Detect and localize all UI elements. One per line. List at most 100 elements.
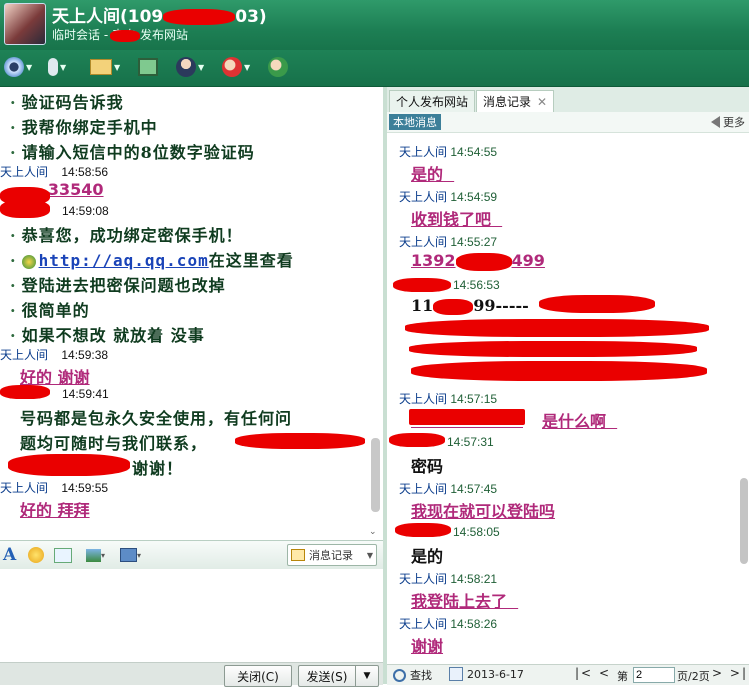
- contacts-button[interactable]: ▼: [176, 55, 204, 79]
- page-nav-forward[interactable]: > >|: [712, 666, 748, 680]
- emoji-button[interactable]: [28, 545, 44, 565]
- speaker-icon: [711, 116, 720, 128]
- message-header: 14:56:53: [453, 278, 500, 292]
- voice-call-icon: [48, 58, 58, 76]
- chat-toolbar: ▼ ▼ ▼ ▼ ▼: [0, 50, 749, 87]
- list-item: · 我帮你绑定手机中: [10, 118, 158, 137]
- page-prefix: 第: [617, 670, 628, 683]
- screenshot-button[interactable]: [54, 545, 72, 565]
- chevron-down-icon: ▼: [363, 671, 371, 681]
- add-friend-icon: [268, 57, 288, 77]
- chat-history[interactable]: · 验证码告诉我 · 我帮你绑定手机中 · 请输入短信中的8位数字验证码 天上人间 1…: [0, 87, 383, 538]
- tab-personal-site[interactable]: 个人发布网站: [389, 90, 476, 112]
- list-item: 1392 499: [411, 251, 545, 271]
- side-panel: 个人发布网站 消息记录✕ 本地消息 更多 · 天上人间 14:54:55 是的 …: [387, 87, 749, 684]
- page-nav-back[interactable]: |< <: [575, 666, 611, 680]
- message-input[interactable]: [0, 569, 383, 661]
- next-page-icon[interactable]: >: [712, 666, 724, 680]
- list-item: · 请输入短信中的8位数字验证码: [10, 143, 255, 162]
- redaction-mark: [395, 523, 451, 537]
- list-item: · 验证码告诉我: [10, 93, 124, 112]
- send-file-button[interactable]: ▼: [90, 55, 120, 79]
- list-item: 密码: [411, 457, 444, 476]
- close-icon[interactable]: ✕: [537, 95, 547, 109]
- message-header: 14:57:31: [447, 435, 494, 449]
- scroll-down-icon[interactable]: ⌄: [369, 527, 377, 537]
- history-label: 消息记录: [309, 549, 353, 562]
- list-item: · 如果不想改 就放着 没事: [10, 326, 205, 345]
- page-number-input[interactable]: [633, 667, 675, 683]
- remote-desktop-button[interactable]: [138, 55, 158, 79]
- message-header: 天上人间 14:59:55: [0, 481, 109, 495]
- more-button[interactable]: 更多: [711, 114, 745, 130]
- emoji-icon: [28, 547, 44, 563]
- page-suffix: 页/2页: [677, 670, 710, 683]
- local-messages-tag[interactable]: 本地消息: [389, 114, 441, 130]
- image-icon: [86, 548, 101, 562]
- date-picker[interactable]: 2013-6-17: [449, 667, 524, 681]
- message-header: 14:58:05: [453, 525, 500, 539]
- remote-desktop-icon: [138, 58, 158, 76]
- chat-scrollbar[interactable]: [371, 438, 380, 512]
- last-page-icon[interactable]: >|: [730, 666, 748, 680]
- list-item: 收到钱了吧: [411, 210, 492, 229]
- list-item: 是什么啊: [542, 412, 607, 431]
- contacts-icon: [176, 57, 196, 77]
- redaction-mark: [409, 341, 697, 357]
- redaction-mark: [405, 319, 709, 337]
- redaction-mark: [411, 361, 707, 381]
- message-header: 天上人间 14:57:45: [399, 482, 498, 496]
- history-subbar: 本地消息 更多: [387, 112, 749, 133]
- list-item: ·: [399, 133, 404, 137]
- message-header: 14:59:08: [62, 204, 109, 218]
- monitor-icon: [120, 548, 137, 562]
- message-header: 天上人间 14:54:59: [399, 190, 498, 204]
- redaction-mark: [389, 433, 445, 447]
- message-header: 天上人间 14:58:26: [399, 617, 498, 631]
- link-icon: [21, 254, 36, 269]
- add-friend-button[interactable]: [268, 55, 288, 79]
- message-header: 天上人间 14:57:15: [399, 392, 498, 406]
- image-button[interactable]: ▾: [86, 545, 105, 565]
- history-scrollbar[interactable]: [740, 478, 748, 564]
- list-item: 谢谢: [411, 637, 444, 656]
- history-log[interactable]: · 天上人间 14:54:55 是的 天上人间 14:54:59 收到钱了吧 天…: [387, 133, 735, 665]
- redaction-mark: [0, 385, 50, 399]
- list-item: 号码都是包永久安全使用，有任何问: [20, 409, 293, 428]
- voice-call-button[interactable]: ▼: [48, 55, 66, 79]
- message-header: 天上人间 14:54:55: [399, 145, 498, 159]
- list-item: 题均可随时与我们联系，: [20, 434, 208, 453]
- block-user-button[interactable]: ▼: [222, 55, 250, 79]
- list-item: · 登陆进去把密保问题也改掉: [10, 276, 226, 295]
- underline: [411, 427, 523, 428]
- message-history-button[interactable]: 消息记录 ▼: [287, 544, 377, 566]
- contact-avatar[interactable]: [4, 3, 46, 45]
- tab-message-history[interactable]: 消息记录 ✕: [476, 90, 555, 112]
- chevron-down-icon: ▼: [366, 550, 373, 560]
- video-call-button[interactable]: ▼: [4, 55, 32, 79]
- redaction-mark: [409, 409, 525, 425]
- list-item: 我登陆上去了: [411, 592, 508, 611]
- redaction-mark: [0, 200, 50, 218]
- input-toolbar: A ▾ ▾ 消息记录 ▼: [0, 540, 383, 570]
- list-item: · 很简单的: [10, 301, 90, 320]
- send-file-icon: [90, 59, 112, 75]
- list-item: 谢谢！: [132, 459, 184, 478]
- message-header: 天上人间 14:59:38: [0, 348, 109, 362]
- first-page-icon[interactable]: |<: [575, 666, 593, 680]
- search-button[interactable]: 查找: [393, 667, 432, 683]
- font-button[interactable]: A: [3, 545, 16, 565]
- message-header: 天上人间 14:58:21: [399, 572, 498, 586]
- redaction-mark: [235, 433, 365, 449]
- list-item: 是的: [411, 165, 444, 184]
- redaction-mark: [8, 454, 130, 476]
- message-header: 天上人间 14:58:56: [0, 165, 109, 179]
- side-tabs: 个人发布网站 消息记录 ✕: [387, 87, 749, 113]
- prev-page-icon[interactable]: <: [599, 666, 611, 680]
- redaction-mark: [393, 278, 451, 292]
- list-item: 好的 拜拜: [20, 501, 90, 520]
- send-bar: 关闭(C) 发送(S) ▼: [0, 662, 383, 687]
- aq-link[interactable]: http://aq.qq.com: [39, 251, 209, 270]
- font-icon: A: [3, 545, 17, 565]
- more-tools-button[interactable]: ▾: [120, 545, 141, 565]
